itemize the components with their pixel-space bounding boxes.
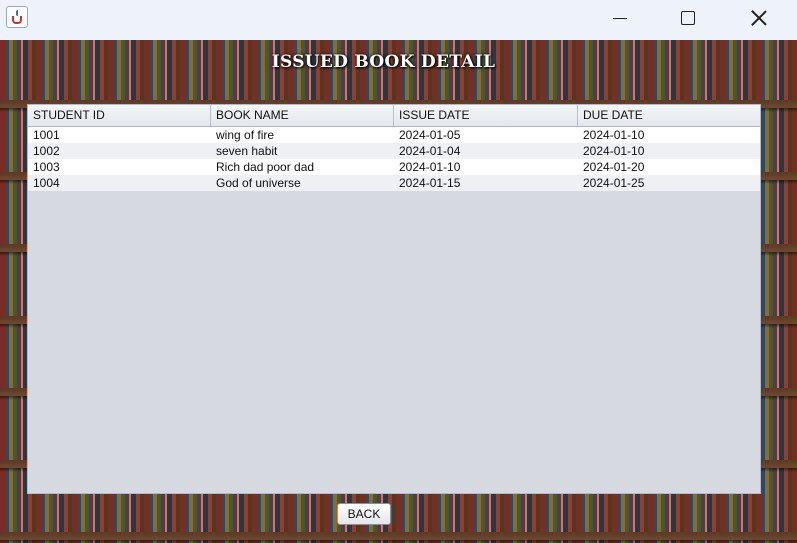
column-header-issue-date[interactable]: ISSUE DATE xyxy=(394,105,578,126)
page-title: ISSUED BOOK DETAIL xyxy=(271,52,496,72)
cell-student-id: 1002 xyxy=(33,144,60,158)
cell-due-date: 2024-01-10 xyxy=(583,144,645,158)
cell-book-name: wing of fire xyxy=(216,128,275,142)
minimize-button[interactable] xyxy=(597,0,643,36)
cell-student-id: 1004 xyxy=(33,176,60,190)
cell-issue-date: 2024-01-10 xyxy=(399,160,461,174)
cell-book-name: Rich dad poor dad xyxy=(216,160,315,174)
bookshelf-background: ISSUED BOOK DETAIL STUDENT ID BOOK NAME … xyxy=(0,40,797,543)
column-header-student-id[interactable]: STUDENT ID xyxy=(28,105,211,126)
minimize-icon xyxy=(613,17,627,19)
table-row[interactable]: 1001 wing of fire 2024-01-05 2024-01-10 xyxy=(28,127,760,143)
table-row[interactable]: 1002 seven habit 2024-01-04 2024-01-10 xyxy=(28,143,760,159)
cell-student-id: 1003 xyxy=(33,160,60,174)
maximize-button[interactable] xyxy=(665,0,711,36)
table-body: 1001 wing of fire 2024-01-05 2024-01-10 … xyxy=(28,127,760,191)
column-header-book-name[interactable]: BOOK NAME xyxy=(211,105,394,126)
cell-book-name: seven habit xyxy=(216,144,278,158)
table-row[interactable]: 1004 God of universe 2024-01-15 2024-01-… xyxy=(28,175,760,191)
title-bar xyxy=(0,0,797,40)
close-button[interactable] xyxy=(736,0,782,36)
cell-due-date: 2024-01-10 xyxy=(583,128,645,142)
table-row[interactable]: 1003 Rich dad poor dad 2024-01-10 2024-0… xyxy=(28,159,760,175)
cell-student-id: 1001 xyxy=(33,128,60,142)
app-window: ISSUED BOOK DETAIL STUDENT ID BOOK NAME … xyxy=(0,0,797,543)
table-header: STUDENT ID BOOK NAME ISSUE DATE DUE DATE xyxy=(28,105,760,127)
close-icon xyxy=(751,10,767,26)
java-cup-icon[interactable] xyxy=(6,6,28,28)
issued-books-table[interactable]: STUDENT ID BOOK NAME ISSUE DATE DUE DATE… xyxy=(27,104,761,494)
cell-issue-date: 2024-01-05 xyxy=(399,128,461,142)
column-header-due-date[interactable]: DUE DATE xyxy=(578,105,760,126)
maximize-icon xyxy=(681,11,695,25)
cell-issue-date: 2024-01-15 xyxy=(399,176,461,190)
back-button[interactable]: BACK xyxy=(337,503,391,525)
cell-issue-date: 2024-01-04 xyxy=(399,144,461,158)
cell-due-date: 2024-01-20 xyxy=(583,160,645,174)
cell-book-name: God of universe xyxy=(216,176,301,190)
cell-due-date: 2024-01-25 xyxy=(583,176,645,190)
